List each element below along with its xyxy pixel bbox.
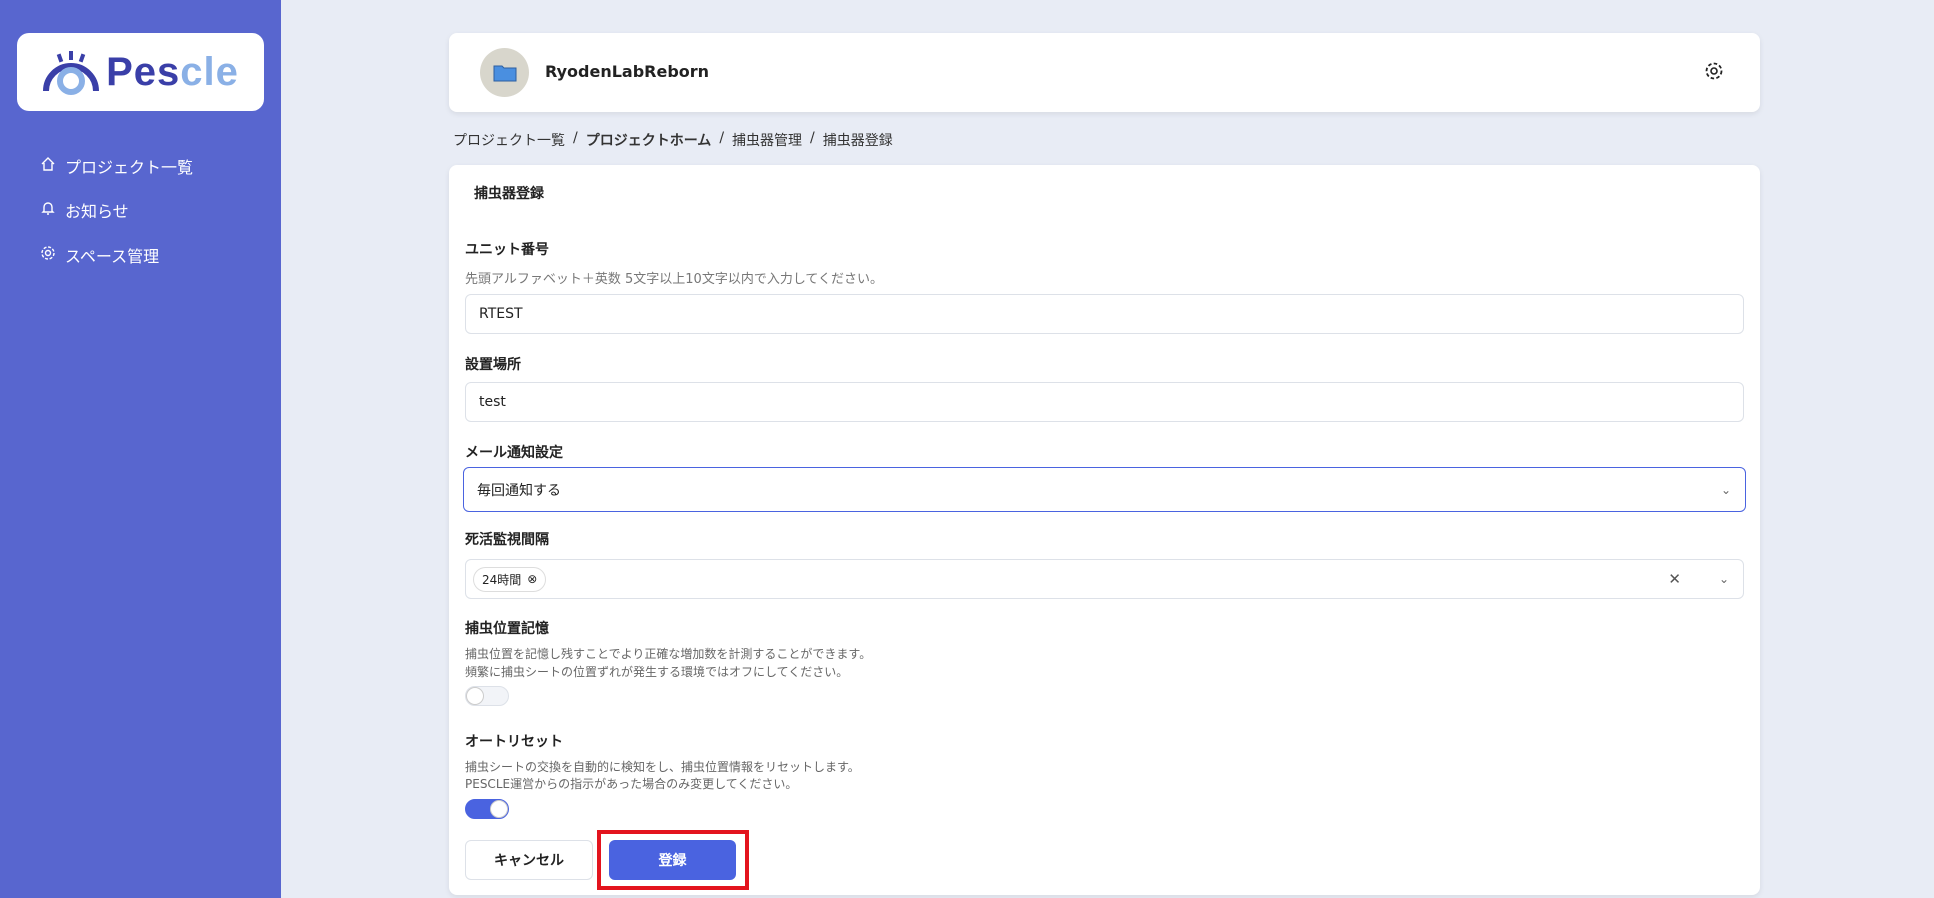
location-label: 設置場所 <box>465 357 521 373</box>
unit-number-input[interactable]: RTEST <box>465 294 1744 334</box>
chip-label: 24時間 <box>482 572 522 587</box>
mail-label: メール通知設定 <box>465 445 563 461</box>
cancel-button[interactable]: キャンセル <box>465 840 593 880</box>
unit-value: RTEST <box>479 306 523 322</box>
auto-reset-toggle[interactable] <box>465 799 509 819</box>
position-label: 捕虫位置記憶 <box>465 621 549 637</box>
folder-icon <box>493 65 516 81</box>
sidebar: Pescle プロジェクト一覧 お知らせ スペース管理 <box>0 0 281 898</box>
position-desc: 捕虫位置を記憶し残すことでより正確な増加数を計測することができます。 <box>465 647 872 661</box>
chevron-down-icon[interactable]: ⌄ <box>1719 572 1729 586</box>
breadcrumb: プロジェクト一覧 / プロジェクトホーム / 捕虫器管理 / 捕虫器登録 <box>453 130 893 150</box>
chip-remove-icon[interactable]: ⊗ <box>527 572 537 586</box>
bell-icon <box>40 200 56 220</box>
sidebar-item-projects[interactable]: プロジェクト一覧 <box>40 154 193 178</box>
logo[interactable]: Pescle <box>17 33 264 111</box>
location-input[interactable]: test <box>465 382 1744 422</box>
alive-interval-select[interactable]: 24時間 ⊗ ✕ ⌄ <box>465 559 1744 599</box>
project-header: RyodenLabReborn <box>449 33 1760 112</box>
breadcrumb-project-home[interactable]: プロジェクトホーム <box>586 130 712 150</box>
chevron-down-icon: ⌄ <box>1720 482 1731 497</box>
alive-label: 死活監視間隔 <box>465 532 549 548</box>
reset-label: オートリセット <box>465 734 563 750</box>
sidebar-item-space[interactable]: スペース管理 <box>40 243 159 267</box>
breadcrumb-trap-management[interactable]: 捕虫器管理 <box>732 130 802 150</box>
gear-icon <box>40 245 56 265</box>
project-name: RyodenLabReborn <box>545 62 710 81</box>
unit-hint: 先頭アルファベット＋英数 5文字以上10文字以内で入力してください。 <box>465 272 884 287</box>
position-memory-toggle[interactable] <box>465 686 509 706</box>
sidebar-item-label: スペース管理 <box>65 247 160 266</box>
highlight-box <box>597 830 749 890</box>
breadcrumb-projects[interactable]: プロジェクト一覧 <box>453 130 565 150</box>
position-desc: 頻繁に捕虫シートの位置ずれが発生する環境ではオフにしてください。 <box>465 665 849 679</box>
project-avatar <box>480 48 529 97</box>
interval-chip: 24時間 ⊗ <box>473 566 547 592</box>
settings-gear-icon[interactable] <box>1704 61 1724 85</box>
reset-desc: PESCLE運営からの指示があった場合のみ変更してください。 <box>465 777 798 791</box>
eye-logo-icon <box>43 51 100 95</box>
home-icon <box>40 156 56 176</box>
clear-icon[interactable]: ✕ <box>1668 570 1681 588</box>
unit-label: ユニット番号 <box>465 242 549 258</box>
mail-value: 毎回通知する <box>477 482 561 499</box>
sidebar-item-news[interactable]: お知らせ <box>40 198 129 222</box>
sidebar-item-label: プロジェクト一覧 <box>65 158 194 177</box>
breadcrumb-current: 捕虫器登録 <box>822 133 893 149</box>
trap-registration-form: 捕虫器登録 ユニット番号 先頭アルファベット＋英数 5文字以上10文字以内で入力… <box>449 165 1760 895</box>
mail-notification-select[interactable]: 毎回通知する ⌄ <box>463 467 1746 512</box>
location-value: test <box>479 394 506 410</box>
form-title: 捕虫器登録 <box>474 186 544 202</box>
sidebar-item-label: お知らせ <box>65 202 129 221</box>
logo-text: Pescle <box>106 49 239 94</box>
